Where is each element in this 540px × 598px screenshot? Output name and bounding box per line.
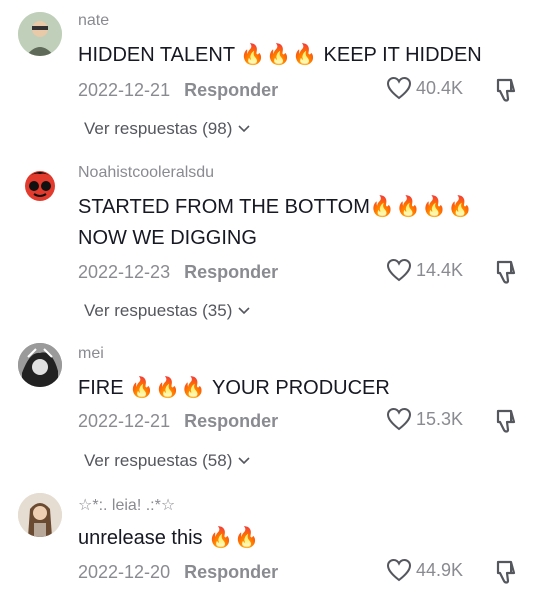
fire-emoji: 🔥🔥	[208, 527, 260, 549]
thumbs-down-icon[interactable]	[494, 559, 520, 585]
comment-date: 2022-12-21	[78, 411, 171, 431]
like-count: 15.3K	[416, 408, 464, 429]
like-count: 44.9K	[416, 559, 464, 580]
heart-outline-icon	[386, 258, 412, 282]
chevron-down-icon	[238, 307, 250, 315]
comment-item: nate HIDDEN TALENT 🔥🔥🔥 KEEP IT HIDDEN 20…	[0, 0, 540, 150]
like-button[interactable]: 44.9K	[386, 558, 463, 582]
avatar[interactable]	[18, 493, 62, 537]
comment-text-part: YOUR PRODUCER	[206, 377, 390, 399]
view-replies-label: Ver respuestas (58)	[84, 451, 233, 470]
avatar[interactable]	[18, 343, 62, 387]
heart-outline-icon	[386, 76, 412, 100]
like-button[interactable]: 40.4K	[386, 76, 463, 100]
chevron-down-icon	[238, 125, 250, 133]
fire-emoji: 🔥🔥🔥🔥	[369, 196, 474, 218]
avatar[interactable]	[18, 162, 62, 206]
reply-button[interactable]: Responder	[184, 562, 278, 582]
comment-username[interactable]: ☆*:. leia! .:*☆	[78, 495, 175, 515]
reply-button[interactable]: Responder	[184, 262, 278, 282]
thumbs-down-icon[interactable]	[494, 259, 520, 285]
comment-date: 2022-12-23	[78, 262, 171, 282]
like-button[interactable]: 14.4K	[386, 258, 463, 282]
comment-username[interactable]: nate	[78, 12, 109, 30]
avatar[interactable]	[18, 12, 62, 56]
like-count: 40.4K	[416, 77, 464, 98]
chevron-down-icon	[238, 457, 250, 465]
comment-text: HIDDEN TALENT 🔥🔥🔥 KEEP IT HIDDEN	[78, 40, 482, 70]
comment-text-part: STARTED FROM THE BOTTOM	[78, 196, 370, 218]
view-replies-label: Ver respuestas (98)	[84, 119, 233, 138]
heart-outline-icon	[386, 407, 412, 431]
comment-text-part: KEEP IT HIDDEN	[317, 44, 482, 66]
comment-item: Noahistcooleralsdu STARTED FROM THE BOTT…	[0, 150, 540, 335]
like-count: 14.4K	[416, 259, 464, 280]
fire-emoji: 🔥🔥🔥	[240, 44, 318, 66]
comment-text: FIRE 🔥🔥🔥 YOUR PRODUCER	[78, 373, 390, 403]
comment-meta: 2022-12-21 Responder	[78, 80, 278, 101]
thumbs-down-icon[interactable]	[494, 408, 520, 434]
view-replies-label: Ver respuestas (35)	[84, 301, 233, 320]
view-replies-button[interactable]: Ver respuestas (58)	[84, 451, 250, 471]
comment-text-part: unrelease this	[78, 527, 209, 549]
heart-outline-icon	[386, 558, 412, 582]
comment-text-part: HIDDEN TALENT	[78, 44, 241, 66]
view-replies-button[interactable]: Ver respuestas (98)	[84, 119, 250, 139]
comment-text: unrelease this 🔥🔥	[78, 523, 260, 553]
comment-date: 2022-12-21	[78, 80, 171, 100]
comment-item: mei FIRE 🔥🔥🔥 YOUR PRODUCER 2022-12-21 Res…	[0, 335, 540, 483]
comment-username[interactable]: mei	[78, 345, 104, 363]
reply-button[interactable]: Responder	[184, 80, 278, 100]
thumbs-down-icon[interactable]	[494, 77, 520, 103]
comment-meta: 2022-12-20 Responder	[78, 562, 278, 583]
like-button[interactable]: 15.3K	[386, 407, 463, 431]
comment-username[interactable]: Noahistcooleralsdu	[78, 164, 214, 182]
comment-text-line2: NOW WE DIGGING	[78, 227, 257, 249]
comment-meta: 2022-12-21 Responder	[78, 411, 278, 432]
view-replies-button[interactable]: Ver respuestas (35)	[84, 301, 250, 321]
fire-emoji: 🔥🔥🔥	[129, 377, 207, 399]
comment-item: ☆*:. leia! .:*☆ unrelease this 🔥🔥 2022-1…	[0, 483, 540, 598]
comment-date: 2022-12-20	[78, 562, 171, 582]
comment-text-part: FIRE	[78, 377, 130, 399]
reply-button[interactable]: Responder	[184, 411, 278, 431]
comment-meta: 2022-12-23 Responder	[78, 262, 278, 283]
comment-text: STARTED FROM THE BOTTOM🔥🔥🔥🔥	[78, 192, 473, 222]
